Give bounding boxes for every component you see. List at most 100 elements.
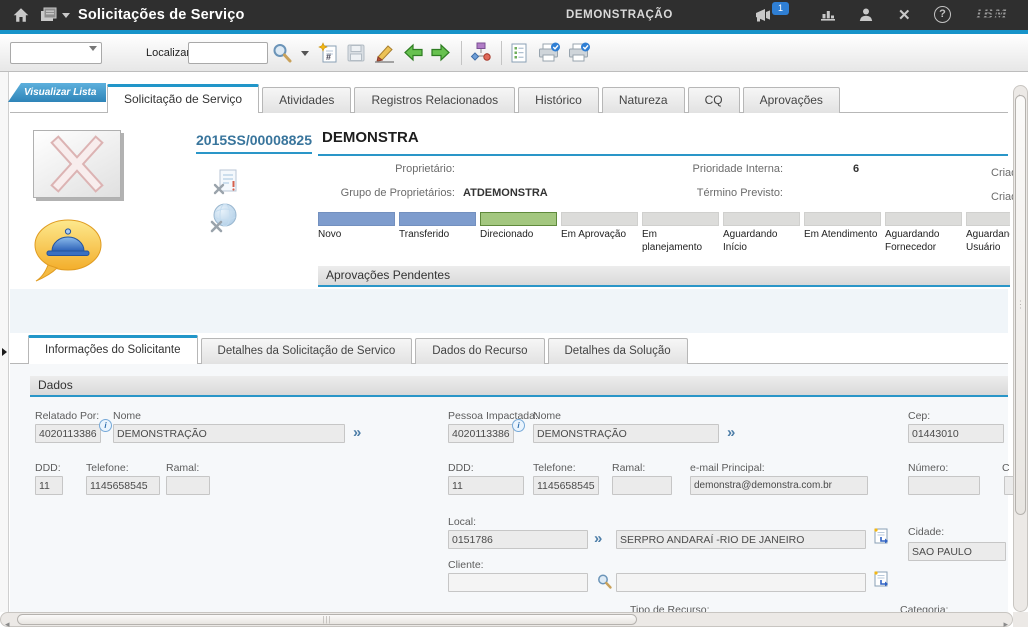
record-image-placeholder-icon — [33, 130, 121, 198]
cliente-input[interactable] — [448, 573, 588, 592]
relatado-nome-label: Nome — [113, 410, 141, 422]
status-flow: Novo Transferido Direcionado Em Aprovaçã… — [318, 212, 1010, 254]
person-icon[interactable] — [858, 7, 874, 28]
notification-badge[interactable]: 1 — [772, 2, 789, 15]
scroll-right-arrow-icon[interactable] — [1003, 614, 1008, 627]
vertical-scrollbar[interactable] — [1013, 85, 1028, 612]
relatado-por-label: Relatado Por: — [35, 410, 99, 422]
query-select[interactable] — [10, 42, 102, 64]
find-label: Localizar: — [146, 47, 193, 59]
tab-historico[interactable]: Histórico — [518, 87, 599, 113]
scroll-left-arrow-icon[interactable] — [5, 614, 10, 627]
view-list-label: Visualizar Lista — [24, 87, 96, 98]
pessoa-impactada-info-icon[interactable] — [512, 419, 525, 432]
relatado-nome-input[interactable] — [113, 424, 345, 443]
tab-aprovacoes[interactable]: Aprovações — [743, 87, 840, 113]
local-description-input[interactable] — [616, 530, 866, 549]
impactada-ramal-label: Ramal: — [612, 462, 645, 474]
toolbar-separator — [461, 41, 462, 65]
local-label: Local: — [448, 516, 476, 528]
cliente-lookup-magnifier-icon[interactable] — [596, 573, 613, 595]
cliente-description-input[interactable] — [616, 573, 866, 592]
status-step-em-aprovacao: Em Aprovação — [561, 212, 638, 254]
status-step-novo: Novo — [318, 212, 395, 254]
relatado-ddd-input[interactable] — [35, 476, 63, 495]
previous-record-icon[interactable] — [403, 43, 424, 67]
local-detail-menu-icon[interactable] — [872, 527, 890, 552]
local-input[interactable] — [448, 530, 588, 549]
home-icon[interactable] — [12, 6, 30, 29]
local-detail-chevron-icon[interactable] — [594, 531, 602, 546]
close-icon[interactable] — [898, 6, 911, 24]
main-content: Visualizar Lista Solicitação de Serviço … — [0, 72, 1028, 627]
cep-input[interactable] — [908, 424, 1004, 443]
next-record-icon[interactable] — [430, 43, 451, 67]
tab-solicitacao-de-servico[interactable]: Solicitação de Serviço — [107, 84, 259, 113]
subtab-detalhes-da-solucao[interactable]: Detalhes da Solução — [548, 338, 688, 364]
save-icon[interactable] — [346, 43, 366, 68]
cliente-detail-menu-icon[interactable] — [872, 570, 890, 595]
tab-registros-relacionados[interactable]: Registros Relacionados — [354, 87, 515, 113]
relatado-por-info-icon[interactable] — [99, 419, 112, 432]
nav-caret-icon[interactable] — [62, 13, 70, 18]
subtab-dados-do-recurso[interactable]: Dados do Recurso — [415, 338, 544, 364]
impactada-detail-chevron-icon[interactable] — [727, 425, 735, 440]
email-input[interactable] — [690, 476, 868, 495]
tab-cq[interactable]: CQ — [688, 87, 740, 113]
relatado-por-input[interactable] — [35, 424, 101, 443]
cliente-label: Cliente: — [448, 559, 484, 571]
impactada-ddd-input[interactable] — [448, 476, 524, 495]
left-rail — [0, 72, 9, 612]
subtab-detalhes-da-solicitacao[interactable]: Detalhes da Solicitação de Servico — [201, 338, 413, 364]
vertical-scrollbar-thumb[interactable] — [1015, 95, 1026, 515]
title-bar: Solicitações de Serviço DEMONSTRAÇÃO 1 I… — [0, 0, 1028, 30]
bar-chart-icon[interactable] — [820, 8, 836, 27]
horizontal-scrollbar[interactable] — [0, 612, 1013, 627]
app-title: Solicitações de Serviço — [78, 7, 245, 23]
pending-approvals-header: Aprovações Pendentes — [318, 266, 1010, 287]
print-icon[interactable] — [537, 42, 561, 69]
toolbar-separator — [501, 41, 502, 65]
workflow-icon[interactable] — [469, 42, 493, 69]
horizontal-scrollbar-thumb[interactable] — [17, 614, 637, 625]
new-record-icon[interactable]: # — [318, 42, 340, 69]
sub-tabs: Informações do Solicitante Detalhes da S… — [28, 335, 691, 364]
ibm-logo: IBM — [976, 6, 1008, 22]
relatado-ramal-input[interactable] — [166, 476, 210, 495]
search-options-caret-icon[interactable] — [301, 51, 309, 56]
tab-atividades[interactable]: Atividades — [262, 87, 351, 113]
status-step-aguardando-inicio: Aguardando Início — [723, 212, 800, 254]
window-stack-icon[interactable] — [40, 7, 58, 28]
report-icon[interactable] — [509, 42, 529, 69]
search-icon[interactable] — [271, 42, 293, 69]
expand-panel-arrow-icon[interactable] — [2, 348, 7, 356]
view-list-button[interactable]: Visualizar Lista — [8, 83, 106, 102]
clear-changes-icon[interactable] — [372, 42, 398, 69]
subtab-informacoes-do-solicitante[interactable]: Informações do Solicitante — [28, 335, 198, 364]
status-step-aguardando-usuario: Aguardando Usuário — [966, 212, 1010, 254]
relatado-telefone-input[interactable] — [86, 476, 160, 495]
relatado-detail-chevron-icon[interactable] — [353, 425, 361, 440]
pessoa-impactada-input[interactable] — [448, 424, 514, 443]
cidade-label: Cidade: — [908, 526, 944, 538]
owner-label: Proprietário: — [300, 163, 455, 175]
impactada-nome-input[interactable] — [533, 424, 719, 443]
clipped-tipo-de-recurso-label: Tipo de Recurso: — [630, 604, 710, 612]
cidade-input[interactable] — [908, 542, 1006, 561]
record-summary: DEMONSTRA — [322, 129, 419, 146]
tab-natureza[interactable]: Natureza — [602, 87, 685, 113]
impactada-telefone-label: Telefone: — [533, 462, 576, 474]
status-step-aguardando-fornecedor: Aguardando Fornecedor — [885, 212, 962, 254]
impactada-ramal-input[interactable] — [612, 476, 672, 495]
svg-text:#: # — [326, 52, 331, 62]
find-input[interactable] — [188, 42, 268, 64]
megaphone-icon[interactable] — [754, 7, 774, 28]
print-attachments-icon[interactable] — [567, 42, 591, 69]
numero-input[interactable] — [908, 476, 980, 495]
impactada-telefone-input[interactable] — [533, 476, 599, 495]
cep-label: Cep: — [908, 410, 930, 422]
owner-group-value: ATDEMONSTRA — [463, 187, 548, 199]
globe-x-icon — [208, 202, 240, 239]
document-x-icon — [212, 168, 240, 201]
help-icon[interactable] — [934, 6, 951, 23]
